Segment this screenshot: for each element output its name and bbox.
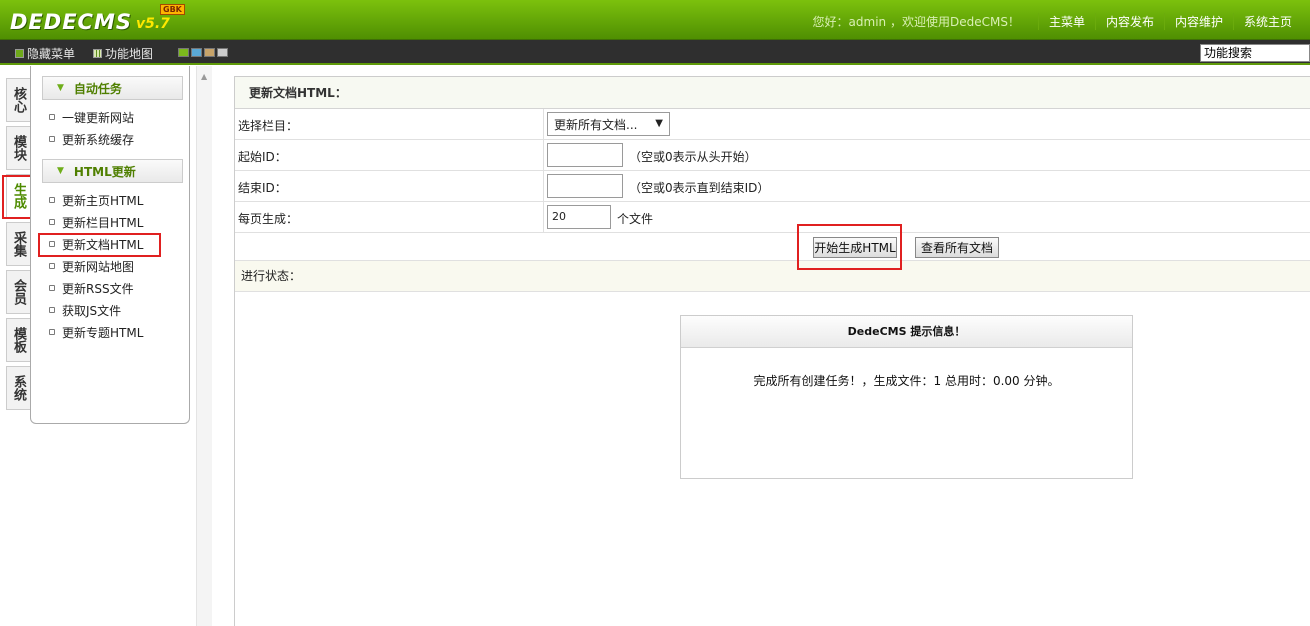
function-map-button[interactable]: 功能地图 (93, 45, 153, 62)
function-map-label: 功能地图 (105, 47, 154, 61)
per-page-label: 每页生成： (238, 212, 299, 226)
end-id-label: 结束ID： (238, 181, 287, 195)
bullet-icon (49, 197, 55, 203)
bullet-icon (49, 285, 55, 291)
side-tab-collect[interactable]: 采集 (6, 222, 30, 266)
status-row: 进行状态： (235, 261, 1310, 292)
end-id-hint: （空或0表示直到结束ID） (629, 181, 770, 195)
divider (543, 202, 544, 232)
nav-main-menu[interactable]: 主菜单 (1037, 13, 1095, 30)
bullet-icon (49, 136, 55, 142)
select-column-label: 选择栏目： (238, 119, 299, 133)
side-tab-system[interactable]: 系统 (6, 366, 30, 410)
column-select[interactable]: 更新所有文档... ▼ (547, 112, 670, 136)
button-row: 开始生成HTML 查看所有文档 (235, 224, 1310, 270)
bullet-icon (49, 219, 55, 225)
skin-blue-swatch[interactable] (191, 48, 202, 57)
hide-menu-label: 隐藏菜单 (27, 47, 76, 61)
nav-content-maintain[interactable]: 内容维护 (1163, 13, 1233, 30)
highlight-box (38, 233, 161, 257)
bullet-icon (49, 307, 55, 313)
side-tabs: 核心 模块 生成 采集 会员 模板 系统 (6, 78, 30, 414)
triangle-down-icon: ▼ (57, 83, 64, 93)
bullet-icon (49, 329, 55, 335)
column-select-value: 更新所有文档... (554, 117, 638, 132)
divider (543, 109, 544, 139)
menu-item-label: 一键更新网站 (62, 110, 135, 125)
scroll-up-icon[interactable]: ▲ (201, 72, 207, 81)
triangle-down-icon: ▼ (57, 166, 64, 176)
menu-item-update-column-html[interactable]: 更新栏目HTML (49, 211, 143, 233)
end-id-input[interactable] (547, 174, 623, 198)
hide-menu-button[interactable]: 隐藏菜单 (15, 45, 75, 62)
menu-group-title: HTML更新 (73, 164, 136, 179)
highlight-box (797, 224, 902, 270)
row-per-page: 每页生成： 20 个文件 (235, 202, 1310, 233)
skin-green-swatch[interactable] (178, 48, 189, 57)
view-all-docs-button[interactable]: 查看所有文档 (915, 237, 999, 258)
menu-item-label: 获取JS文件 (62, 303, 122, 318)
logo-version: v5.7 (136, 16, 170, 32)
side-tab-core[interactable]: 核心 (6, 78, 30, 122)
menu-item-update-home-html[interactable]: 更新主页HTML (49, 189, 143, 211)
menu-item-update-sitemap[interactable]: 更新网站地图 (49, 255, 134, 277)
menu-item-get-js[interactable]: 获取JS文件 (49, 299, 121, 321)
row-end-id: 结束ID： （空或0表示直到结束ID） (235, 171, 1310, 202)
menu-item-update-topic-html[interactable]: 更新专题HTML (49, 321, 143, 343)
menu-scrollbar[interactable]: ▲ (196, 66, 212, 626)
menu-item-update-cache[interactable]: 更新系统缓存 (49, 128, 134, 150)
divider (543, 140, 544, 170)
skin-brown-swatch[interactable] (204, 48, 215, 57)
start-id-hint: （空或0表示从头开始） (629, 150, 757, 164)
logo-name: DEDECMS (10, 10, 132, 34)
top-header: DEDECMS v5.7 GBK 您好：admin ，欢迎使用DedeCMS！ … (0, 0, 1310, 40)
menu-item-label: 更新RSS文件 (62, 281, 134, 296)
logo-badge: GBK (160, 4, 185, 15)
per-page-unit: 个文件 (617, 212, 654, 226)
start-id-input[interactable] (547, 143, 623, 167)
menu-item-label: 更新主页HTML (62, 193, 144, 208)
dropdown-arrow-icon: ▼ (655, 118, 663, 129)
welcome-text: 您好：admin ，欢迎使用DedeCMS！ (812, 15, 1020, 29)
grid-icon (93, 49, 102, 58)
menu-group-auto-task[interactable]: ▼ 自动任务 (42, 76, 183, 100)
menu-group-title: 自动任务 (73, 81, 122, 96)
top-nav: 您好：admin ，欢迎使用DedeCMS！ 主菜单 内容发布 内容维护 系统主… (813, 13, 1302, 30)
skin-gray-swatch[interactable] (217, 48, 228, 57)
skin-color-picker (178, 48, 228, 57)
menu-item-update-site[interactable]: 一键更新网站 (49, 106, 134, 128)
divider (543, 171, 544, 201)
bullet-icon (49, 114, 55, 120)
dedecms-logo[interactable]: DEDECMS v5.7 GBK (10, 4, 185, 34)
nav-content-publish[interactable]: 内容发布 (1094, 13, 1164, 30)
main-content: 更新文档HTML： 选择栏目： 更新所有文档... ▼ 起始ID： （空或0表示… (234, 76, 1310, 626)
menu-item-label: 更新系统缓存 (62, 132, 135, 147)
side-tab-member[interactable]: 会员 (6, 270, 30, 314)
bullet-icon (49, 263, 55, 269)
start-id-label: 起始ID： (238, 150, 287, 164)
side-tab-template[interactable]: 模板 (6, 318, 30, 362)
notice-box: DedeCMS 提示信息！ 完成所有创建任务！，生成文件：1 总用时：0.00 … (680, 315, 1133, 479)
nav-site-home[interactable]: 系统主页 (1232, 13, 1302, 30)
hide-menu-icon (15, 49, 24, 58)
row-select-column: 选择栏目： 更新所有文档... ▼ (235, 109, 1310, 140)
side-tab-module[interactable]: 模块 (6, 126, 30, 170)
function-search-input[interactable]: 功能搜索 (1200, 44, 1310, 62)
menu-item-label: 更新专题HTML (62, 325, 144, 340)
menu-item-label: 更新网站地图 (62, 259, 135, 274)
notice-message: 完成所有创建任务！，生成文件：1 总用时：0.00 分钟。 (753, 374, 1060, 388)
row-start-id: 起始ID： （空或0表示从头开始） (235, 140, 1310, 171)
sub-toolbar: 隐藏菜单 功能地图 功能搜索 (0, 40, 1310, 65)
per-page-input[interactable]: 20 (547, 205, 611, 229)
page-title: 更新文档HTML： (235, 77, 1310, 109)
notice-title: DedeCMS 提示信息！ (681, 316, 1132, 348)
menu-item-label: 更新栏目HTML (62, 215, 144, 230)
menu-item-update-rss[interactable]: 更新RSS文件 (49, 277, 134, 299)
menu-group-html-update[interactable]: ▼ HTML更新 (42, 159, 183, 183)
